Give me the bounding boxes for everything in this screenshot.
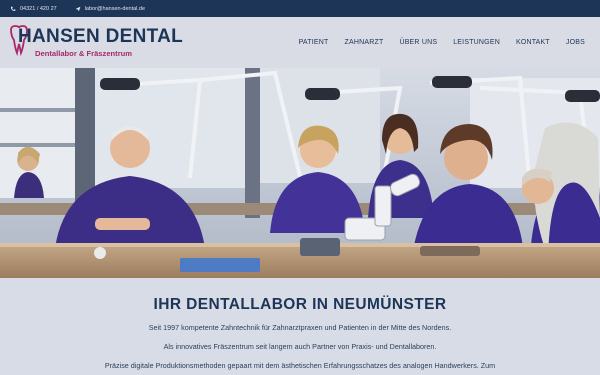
logo[interactable]: HANSEN DENTAL Dentallabor & Fräszentrum: [8, 24, 183, 60]
page-headline: IHR DENTALLABOR IN NEUMÜNSTER: [153, 296, 447, 313]
phone-icon: [10, 6, 16, 11]
logo-subtitle: Dentallabor & Fräszentrum: [35, 49, 133, 58]
nav-item-kontakt[interactable]: KONTAKT: [516, 39, 550, 46]
email-link[interactable]: labor@hansen-dental.de: [75, 6, 145, 12]
hero-image: [0, 68, 600, 278]
intro-paragraph-3: Präzise digitale Produktionsmethoden gep…: [104, 361, 496, 370]
logo-title: HANSEN DENTAL: [18, 26, 184, 47]
lab-photo-illustration: [0, 68, 600, 278]
intro-paragraph-2: Als innovatives Fräszentrum seit langem …: [163, 342, 437, 351]
main-navigation: PATIENT ZAHNARZT ÜBER UNS LEISTUNGEN KON…: [283, 39, 585, 46]
nav-item-patient[interactable]: PATIENT: [299, 39, 329, 46]
nav-item-ueber-uns[interactable]: ÜBER UNS: [399, 39, 437, 46]
nav-item-jobs[interactable]: JOBS: [566, 39, 585, 46]
nav-item-leistungen[interactable]: LEISTUNGEN: [453, 39, 500, 46]
intro-section: IHR DENTALLABOR IN NEUMÜNSTER Seit 1997 …: [0, 278, 600, 375]
phone-link[interactable]: 04321 / 420 27: [10, 6, 57, 12]
send-icon: [75, 6, 81, 11]
site-header: HANSEN DENTAL Dentallabor & Fräszentrum …: [0, 17, 600, 68]
top-bar: 04321 / 420 27 labor@hansen-dental.de: [0, 0, 600, 17]
intro-paragraph-1: Seit 1997 kompetente Zahntechnik für Zah…: [148, 323, 452, 332]
phone-number: 04321 / 420 27: [20, 5, 57, 12]
email-address: labor@hansen-dental.de: [84, 5, 146, 12]
nav-item-zahnarzt[interactable]: ZAHNARZT: [345, 39, 384, 46]
